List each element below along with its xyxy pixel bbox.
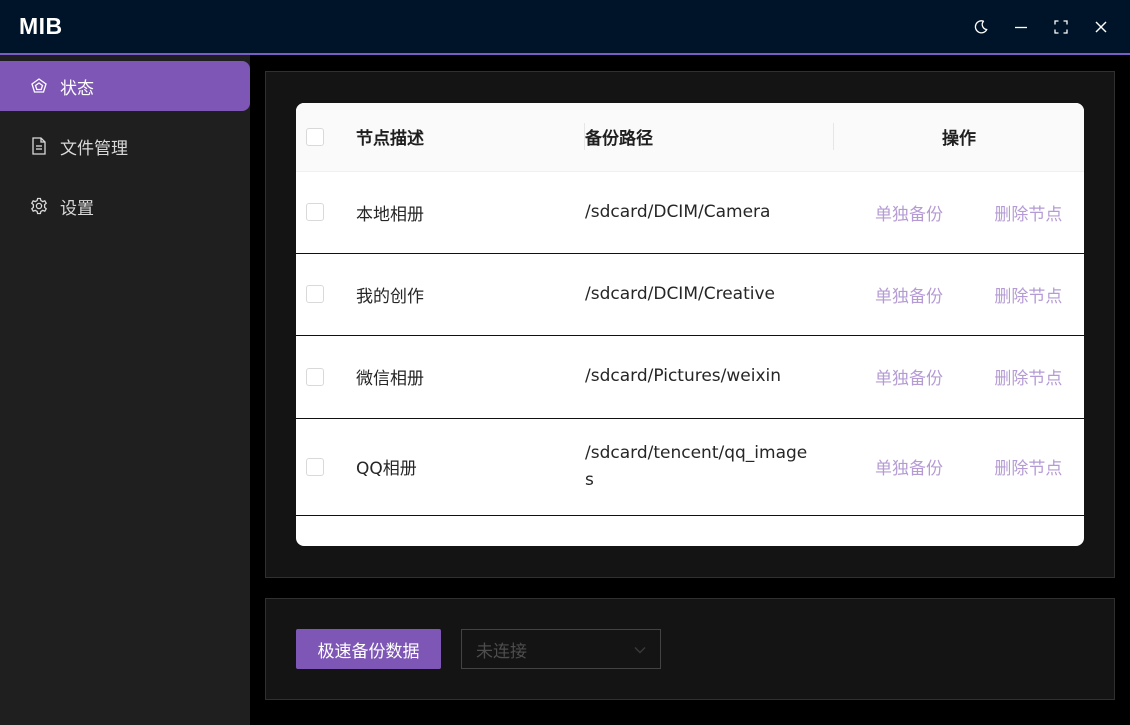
node-desc: 本地相册 [356,204,424,225]
node-path: /sdcard/Pictures/weixin [585,366,782,386]
fast-backup-button[interactable]: 极速备份数据 [296,629,441,669]
sidebar-item-label: 设置 [60,198,94,219]
table-header-row: 节点描述 备份路径 操作 [296,103,1084,171]
node-desc: 微信相册 [356,369,424,389]
device-status-value: 未连接 [476,641,527,662]
sidebar: 状态 文件管理 设置 [0,55,250,725]
table-row: 微信相册 /sdcard/Pictures/weixin 单独备份 删除节点 [296,335,1084,418]
app-title: MIB [19,13,63,39]
table-row: 我的创作 /sdcard/DCIM/Creative 单独备份 删除节点 [296,253,1084,335]
moon-icon[interactable] [971,17,991,37]
column-header-path: 备份路径 [585,103,834,171]
backup-single-link[interactable]: 单独备份 [875,364,943,389]
node-path: /sdcard/DCIM/Creative [585,283,775,304]
delete-node-link[interactable]: 删除节点 [994,454,1062,479]
title-bar: MIB [0,0,1130,55]
row-checkbox[interactable] [306,203,324,221]
select-all-cell [296,103,356,171]
device-status-select[interactable]: 未连接 [461,629,661,669]
sidebar-item-label: 状态 [60,78,94,99]
minimize-icon[interactable] [1011,17,1031,37]
nodes-panel: 节点描述 备份路径 操作 本地相册 /sdcard/DCIM/Camera 单独… [265,71,1115,578]
file-icon [30,137,48,155]
row-checkbox[interactable] [306,285,324,303]
backup-single-link[interactable]: 单独备份 [875,282,943,307]
sidebar-item-label: 文件管理 [60,138,128,159]
close-icon[interactable] [1091,17,1111,37]
node-desc: 我的创作 [356,286,424,307]
nodes-table: 节点描述 备份路径 操作 本地相册 /sdcard/DCIM/Camera 单独… [296,103,1084,546]
sidebar-item-status[interactable]: 状态 [0,61,250,111]
select-all-checkbox[interactable] [306,127,324,146]
delete-node-link[interactable]: 删除节点 [994,282,1062,307]
table-row: 本地相册 /sdcard/DCIM/Camera 单独备份 删除节点 [296,171,1084,253]
node-path: /sdcard/DCIM/Camera [585,201,771,222]
gear-icon [30,197,48,215]
delete-node-link[interactable]: 删除节点 [994,200,1062,225]
actions-panel: 极速备份数据 未连接 [265,598,1115,700]
column-header-ops: 操作 [942,129,976,150]
row-checkbox[interactable] [306,367,324,386]
status-icon [30,77,48,95]
column-header-desc: 节点描述 [356,103,585,171]
node-path: /sdcard/tencent/qq_images [585,442,808,490]
sidebar-item-files[interactable]: 文件管理 [0,121,250,171]
table-row: QQ相册 /sdcard/tencent/qq_images 单独备份 删除节点 [296,418,1084,515]
row-checkbox[interactable] [306,457,324,476]
maximize-icon[interactable] [1051,17,1071,37]
sidebar-item-settings[interactable]: 设置 [0,181,250,231]
node-desc: QQ相册 [356,459,417,479]
backup-single-link[interactable]: 单独备份 [875,200,943,225]
backup-single-link[interactable]: 单独备份 [875,454,943,479]
chevron-down-icon [634,639,646,659]
delete-node-link[interactable]: 删除节点 [994,364,1062,389]
